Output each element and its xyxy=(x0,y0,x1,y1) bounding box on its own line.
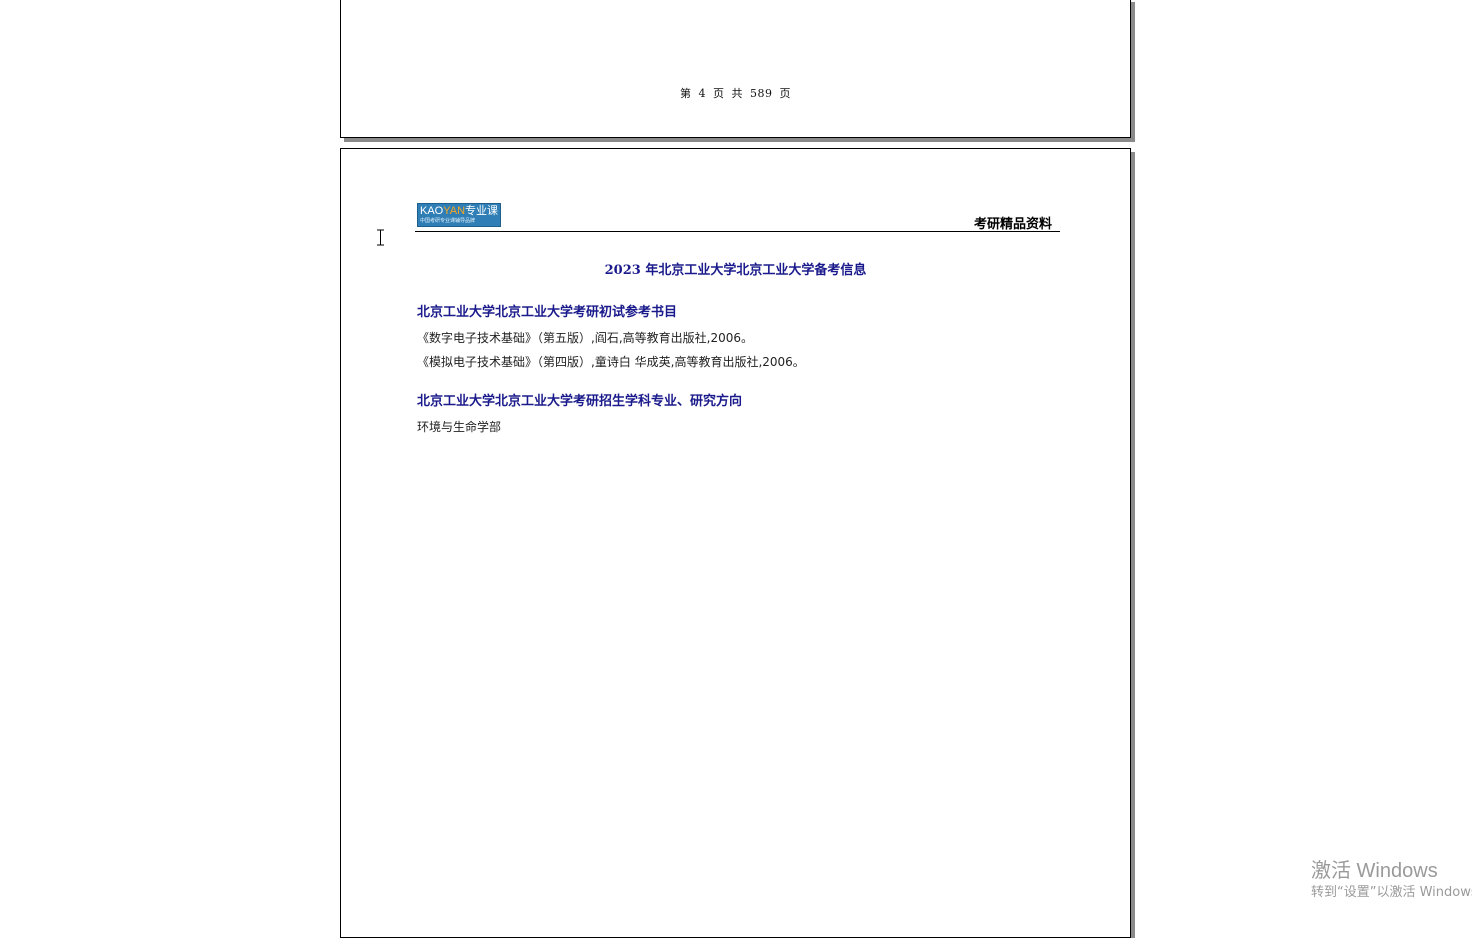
logo-tagline: 中国考研专业课辅导品牌 xyxy=(420,218,476,224)
section-reference-books: 北京工业大学北京工业大学考研初试参考书目 《数字电子技术基础》（第五版）,阎石,… xyxy=(417,301,1057,374)
section-heading: 北京工业大学北京工业大学考研招生学科专业、研究方向 xyxy=(417,394,743,409)
previous-page: 第 4 页 共 589 页 xyxy=(340,0,1131,138)
section-majors: 北京工业大学北京工业大学考研招生学科专业、研究方向 环境与生命学部 xyxy=(417,390,1057,439)
header-label: 考研精品资料 xyxy=(973,217,1052,232)
kaoyan-logo: KAOYAN专业课 中国考研专业课辅导品牌 xyxy=(417,203,501,227)
logo-brand-accent: YAN xyxy=(443,205,466,217)
logo-brand-suffix: 专业课 xyxy=(465,205,499,217)
page-number-footer: 第 4 页 共 589 页 xyxy=(680,87,791,100)
document-title: 2023 年北京工业大学北京工业大学备考信息 xyxy=(604,263,867,278)
watermark-title: 激活 Windows xyxy=(1311,860,1438,882)
header-divider xyxy=(415,231,1060,232)
windows-activation-watermark: 激活 Windows 转到“设置”以激活 Windows。 xyxy=(1311,858,1472,902)
current-page: KAOYAN专业课 中国考研专业课辅导品牌 考研精品资料 2023 年北京工业大… xyxy=(340,148,1131,938)
book-entry: 《数字电子技术基础》（第五版）,阎石,高等教育出版社,2006。 xyxy=(417,331,753,345)
logo-brand-prefix: KAO xyxy=(420,205,444,217)
section-heading: 北京工业大学北京工业大学考研初试参考书目 xyxy=(417,305,678,320)
logo-brand: KAOYAN专业课 xyxy=(420,205,498,218)
department-entry: 环境与生命学部 xyxy=(417,420,502,434)
i-beam-text-cursor-icon xyxy=(377,229,384,246)
book-entry: 《模拟电子技术基础》（第四版）,童诗白 华成英,高等教育出版社,2006。 xyxy=(417,355,805,369)
watermark-subtitle: 转到“设置”以激活 Windows。 xyxy=(1311,885,1472,900)
